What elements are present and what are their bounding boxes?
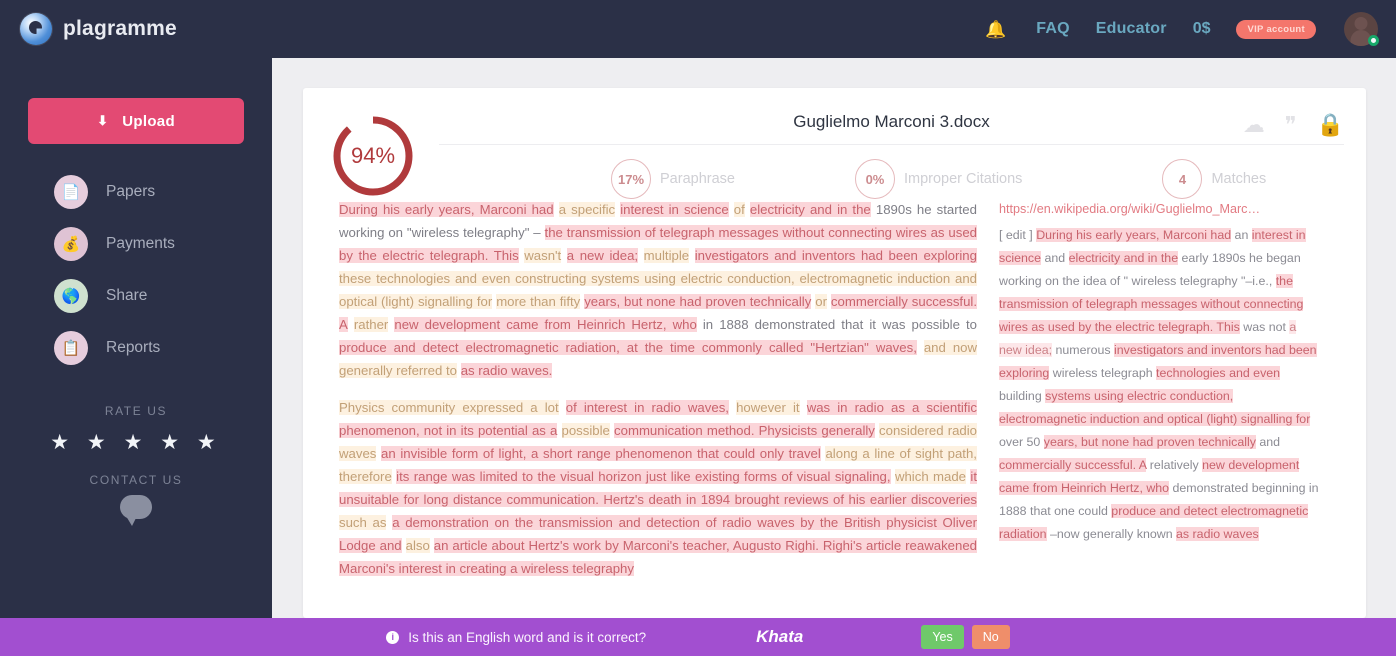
info-icon[interactable]: i bbox=[386, 630, 400, 644]
stat-label: Improper Citations bbox=[903, 171, 1023, 187]
brand-logo-area[interactable]: plagramme bbox=[0, 0, 272, 58]
document-actions: ☁ ❞ 🔒 bbox=[1243, 114, 1344, 136]
rating-stars[interactable]: ★ ★ ★ ★ ★ bbox=[0, 430, 272, 455]
stat-label: Matches bbox=[1211, 171, 1267, 187]
globe-share-icon: 🌎 bbox=[54, 279, 88, 313]
stat-value: 17% bbox=[611, 159, 651, 199]
paragraph: Physics community expressed a lot of int… bbox=[339, 400, 978, 576]
sidebar-item-share[interactable]: 🌎 Share bbox=[0, 270, 272, 322]
nav-link-faq[interactable]: FAQ bbox=[1036, 20, 1070, 38]
stat-value: 0% bbox=[854, 159, 895, 199]
user-avatar[interactable] bbox=[1344, 12, 1379, 46]
document-header-right: Guglielmo Marconi 3.docx 17% Paraphrase … bbox=[415, 102, 1344, 199]
word-check-inner: i Is this an English word and is it corr… bbox=[386, 625, 1010, 649]
sidebar-item-label: Papers bbox=[106, 183, 156, 200]
app-root: plagramme 🔔 FAQ Educator 0$ VIP account … bbox=[0, 0, 1396, 656]
rate-us-label: RATE US bbox=[104, 404, 168, 418]
similarity-gauge: 94% bbox=[331, 114, 415, 198]
source-url-link[interactable]: https://en.wikipedia.org/wiki/Guglielmo_… bbox=[999, 198, 1319, 221]
submitted-text-pane[interactable]: During his early years, Marconi had a sp… bbox=[339, 198, 999, 618]
paragraph: During his early years, Marconi had a sp… bbox=[339, 202, 978, 378]
account-balance[interactable]: 0$ bbox=[1193, 20, 1211, 38]
cloud-download-icon[interactable]: ☁ bbox=[1243, 114, 1265, 136]
report-search-icon: 📋 bbox=[54, 331, 88, 365]
sidebar-item-label: Payments bbox=[106, 235, 175, 252]
document-header: 94% Guglielmo Marconi 3.docx 17% Paraphr… bbox=[303, 88, 1366, 199]
money-bag-icon: 💰 bbox=[54, 227, 88, 261]
word-check-yes-button[interactable]: Yes bbox=[921, 625, 964, 649]
lock-icon[interactable]: 🔒 bbox=[1317, 114, 1344, 136]
notification-bell-icon[interactable]: 🔔 bbox=[985, 21, 1006, 38]
document-stats: 17% Paraphrase 0% Improper Citations 4 M… bbox=[439, 144, 1344, 199]
stat-improper-citations[interactable]: 0% Improper Citations bbox=[854, 159, 1023, 199]
sidebar-nav-list: 📄 Papers 💰 Payments 🌎 Share 📋 Reports bbox=[0, 166, 272, 374]
upload-button[interactable]: ⬇ Upload bbox=[28, 98, 244, 144]
word-check-word: Khata bbox=[756, 627, 804, 646]
sidebar-item-papers[interactable]: 📄 Papers bbox=[0, 166, 272, 218]
chat-bubble-icon[interactable] bbox=[120, 495, 152, 526]
stat-label: Paraphrase bbox=[660, 171, 735, 187]
upload-icon: ⬇ bbox=[97, 113, 109, 128]
contact-us-area bbox=[0, 495, 272, 526]
papers-icon: 📄 bbox=[54, 175, 88, 209]
sidebar-item-payments[interactable]: 💰 Payments bbox=[0, 218, 272, 270]
source-match-pane[interactable]: https://en.wikipedia.org/wiki/Guglielmo_… bbox=[999, 198, 1319, 618]
upload-button-label: Upload bbox=[122, 112, 175, 130]
sidebar: ⬇ Upload 📄 Papers 💰 Payments 🌎 Share 📋 R… bbox=[0, 58, 272, 618]
stat-matches[interactable]: 4 Matches bbox=[1162, 159, 1266, 199]
contact-us-label: CONTACT US bbox=[89, 473, 183, 487]
top-navigation: 🔔 FAQ Educator 0$ VIP account bbox=[272, 0, 1396, 58]
source-excerpt: [ edit ] During his early years, Marconi… bbox=[999, 228, 1319, 541]
report-card: 94% Guglielmo Marconi 3.docx 17% Paraphr… bbox=[303, 88, 1366, 618]
sidebar-item-label: Share bbox=[106, 287, 148, 304]
online-status-dot bbox=[1368, 35, 1379, 46]
top-header-bar: plagramme 🔔 FAQ Educator 0$ VIP account bbox=[0, 0, 1396, 58]
vip-account-badge[interactable]: VIP account bbox=[1236, 19, 1316, 39]
similarity-score: 94% bbox=[350, 143, 396, 168]
document-title: Guglielmo Marconi 3.docx bbox=[793, 112, 990, 131]
stat-paraphrase[interactable]: 17% Paraphrase bbox=[611, 159, 735, 199]
nav-link-educator[interactable]: Educator bbox=[1096, 20, 1167, 38]
brand-name: plagramme bbox=[63, 17, 177, 40]
sidebar-item-label: Reports bbox=[106, 339, 161, 356]
plagramme-logo-icon bbox=[20, 13, 52, 45]
stat-value: 4 bbox=[1162, 159, 1203, 199]
sidebar-item-reports[interactable]: 📋 Reports bbox=[0, 322, 272, 374]
document-body: During his early years, Marconi had a sp… bbox=[303, 198, 1366, 618]
main-content: 94% Guglielmo Marconi 3.docx 17% Paraphr… bbox=[272, 58, 1396, 618]
quote-icon[interactable]: ❞ bbox=[1285, 114, 1297, 136]
word-check-bar: i Is this an English word and is it corr… bbox=[0, 618, 1396, 656]
word-check-no-button[interactable]: No bbox=[971, 625, 1010, 649]
word-check-question: Is this an English word and is it correc… bbox=[408, 629, 647, 645]
